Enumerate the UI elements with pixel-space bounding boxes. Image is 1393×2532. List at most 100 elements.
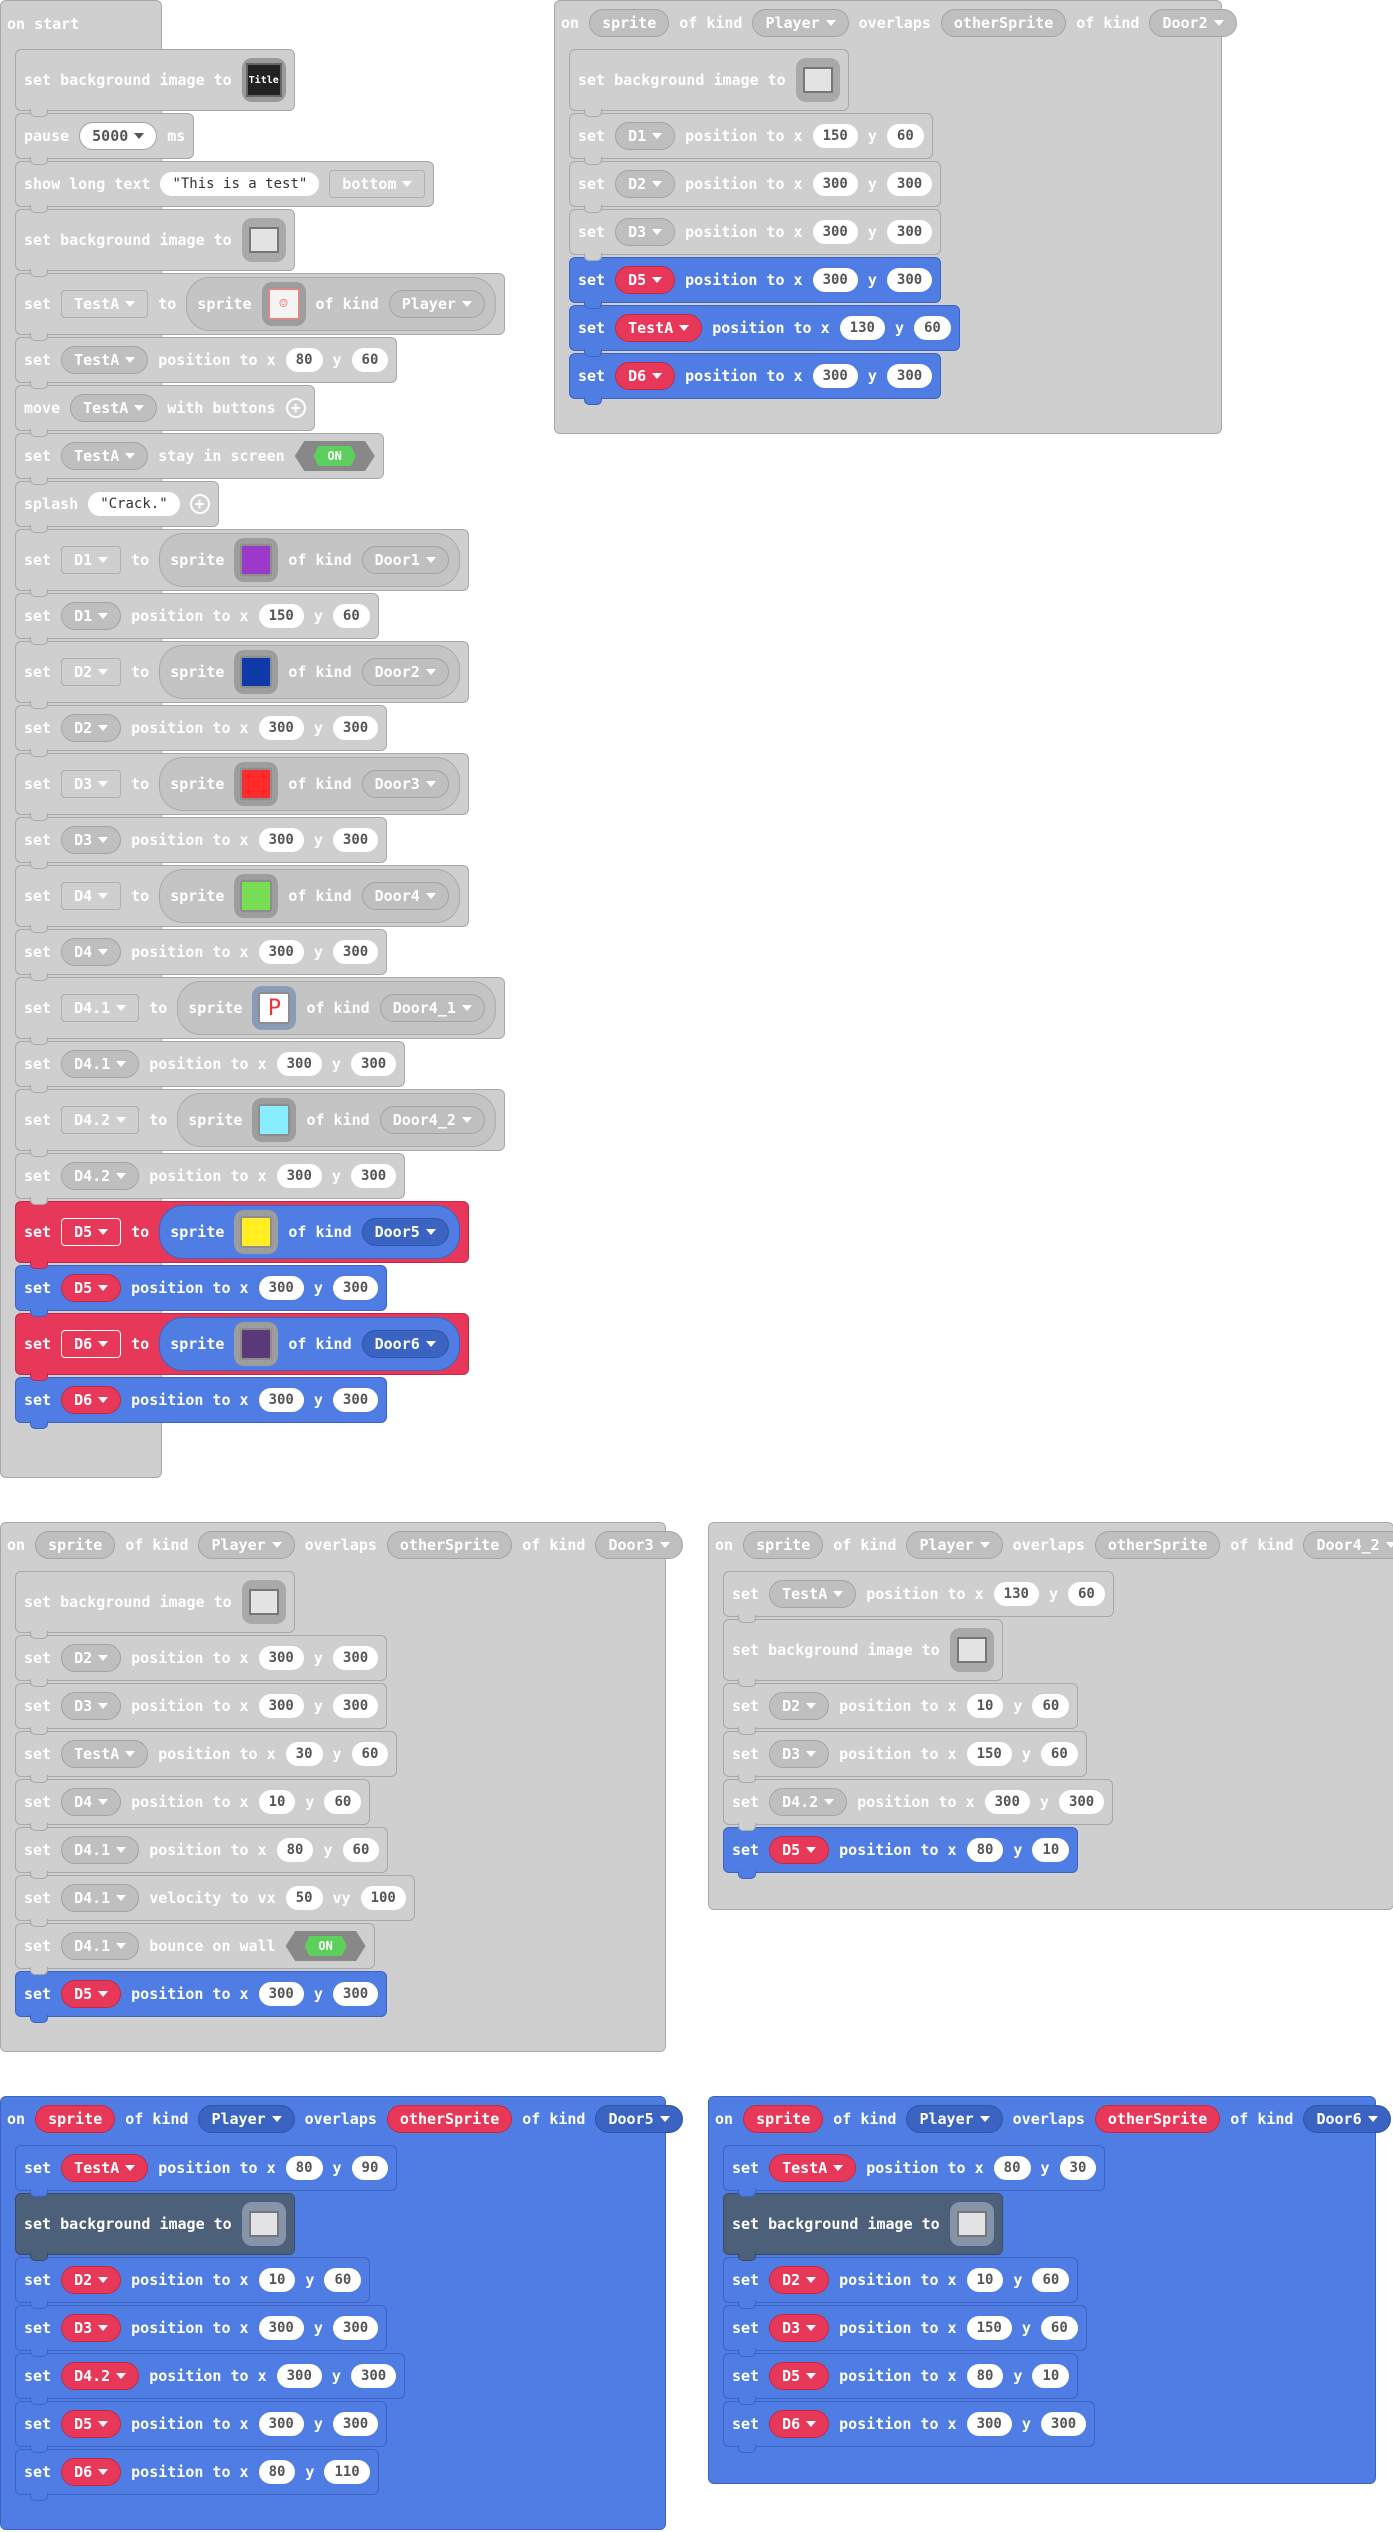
set-position-block[interactable]: set D2 position to x 10 y 60 — [723, 2257, 1079, 2309]
set-position-block[interactable]: set D4.1 position to x 80 y 60 — [15, 1827, 389, 1879]
y-input[interactable]: 60 — [1032, 2268, 1070, 2292]
sprite-var-dropdown[interactable]: D2 — [769, 2266, 830, 2294]
sprite-var-dropdown[interactable]: D3 — [615, 218, 676, 246]
set-position-block[interactable]: set D4 position to x 300 y 300 — [15, 929, 388, 981]
sprite-var-dropdown[interactable]: D1 — [61, 546, 122, 574]
sprite-var-dropdown[interactable]: D4.1 — [61, 1884, 140, 1912]
y-input[interactable]: 300 — [332, 1388, 379, 1412]
sprite-var-dropdown[interactable]: D6 — [61, 2458, 122, 2486]
kind-dropdown[interactable]: Door4 — [361, 882, 449, 910]
x-input[interactable]: 300 — [258, 716, 304, 740]
background-image-thumbnail[interactable]: Title — [241, 58, 286, 102]
create-sprite-block[interactable]: set D5 to sprite of kind Door5 — [15, 1201, 469, 1269]
x-input[interactable]: 300 — [258, 1388, 304, 1412]
y-input[interactable]: 60 — [332, 604, 370, 628]
sprite-var-dropdown[interactable]: D4.1 — [61, 1932, 140, 1960]
x-input[interactable]: 300 — [258, 1694, 304, 1718]
kind-dropdown[interactable]: Door5 — [595, 2105, 683, 2133]
y-input[interactable]: 60 — [342, 1838, 380, 1862]
overlap-event-door4-2[interactable]: on sprite of kind Player overlaps otherSprite… — [708, 1522, 1393, 1910]
sprite-var-dropdown[interactable]: D3 — [61, 826, 122, 854]
y-input[interactable]: 300 — [1058, 1790, 1105, 1814]
set-velocity-block[interactable]: set D4.1 velocity to vx 50 vy 100 — [15, 1875, 415, 1927]
y-input[interactable]: 300 — [886, 268, 933, 292]
sprite-var-dropdown[interactable]: D3 — [769, 2314, 830, 2342]
kind-dropdown[interactable]: Door6 — [1303, 2105, 1391, 2133]
kind-dropdown[interactable]: Door3 — [595, 1531, 683, 1559]
y-input[interactable]: 300 — [332, 2412, 379, 2436]
on-off-toggle[interactable]: ON — [294, 441, 375, 471]
sprite-var-dropdown[interactable]: D2 — [615, 170, 676, 198]
create-sprite-block[interactable]: set D6 to sprite of kind Door6 — [15, 1313, 469, 1381]
sprite-param[interactable]: sprite — [35, 2105, 116, 2133]
sprite-var-dropdown[interactable]: D3 — [61, 2314, 122, 2342]
sprite-var-dropdown[interactable]: TestA — [61, 290, 149, 318]
x-input[interactable]: 300 — [258, 1276, 304, 1300]
set-position-block[interactable]: set D3 position to x 150 y 60 — [723, 1731, 1087, 1783]
background-image-thumbnail[interactable] — [949, 2202, 994, 2246]
sprite-var-dropdown[interactable]: TestA — [615, 314, 703, 342]
kind-dropdown[interactable]: Player — [906, 1531, 1003, 1559]
sprite-var-dropdown[interactable]: D2 — [61, 1644, 122, 1672]
y-input[interactable]: 300 — [332, 828, 379, 852]
add-plus-icon[interactable]: + — [189, 494, 210, 514]
y-input[interactable]: 90 — [351, 2156, 389, 2180]
sprite-var-dropdown[interactable]: TestA — [61, 1740, 149, 1768]
sprite-var-dropdown[interactable]: D3 — [61, 1692, 122, 1720]
x-input[interactable]: 130 — [993, 1582, 1039, 1606]
x-input[interactable]: 300 — [812, 364, 858, 388]
kind-dropdown[interactable]: Player — [388, 290, 485, 318]
sprite-image-thumbnail[interactable]: ☺ — [261, 282, 306, 326]
y-input[interactable]: 30 — [1059, 2156, 1097, 2180]
sprite-var-dropdown[interactable]: D4.1 — [61, 1050, 140, 1078]
other-sprite-param[interactable]: otherSprite — [386, 2105, 513, 2133]
background-image-thumbnail[interactable] — [241, 2202, 286, 2246]
set-position-block[interactable]: set TestA position to x 30 y 60 — [15, 1731, 398, 1783]
y-input[interactable]: 60 — [351, 348, 389, 372]
kind-dropdown[interactable]: Player — [752, 9, 849, 37]
overlap-event-door5[interactable]: on sprite of kind Player overlaps otherSprite… — [0, 2096, 683, 2530]
x-input[interactable]: 10 — [258, 2268, 296, 2292]
sprite-var-dropdown[interactable]: D2 — [61, 2266, 122, 2294]
set-position-block[interactable]: set TestA position to x 80 y 30 — [723, 2145, 1106, 2197]
set-position-block[interactable]: set D2 position to x 10 y 60 — [723, 1683, 1079, 1735]
set-position-block[interactable]: set D3 position to x 300 y 300 — [15, 1683, 388, 1735]
y-input[interactable]: 60 — [324, 2268, 362, 2292]
sprite-create-reporter[interactable]: sprite of kind Door5 — [159, 1205, 460, 1259]
set-position-block[interactable]: set D5 position to x 80 y 10 — [723, 1827, 1079, 1879]
sprite-create-reporter[interactable]: sprite of kind Door3 — [159, 757, 460, 811]
background-image-thumbnail[interactable] — [241, 218, 286, 262]
x-input[interactable]: 300 — [276, 1052, 322, 1076]
set-position-block[interactable]: set D1 position to x 150 y 60 — [15, 593, 379, 645]
set-position-block[interactable]: set D6 position to x 300 y 300 — [569, 353, 942, 405]
sprite-var-dropdown[interactable]: TestA — [61, 442, 149, 470]
x-input[interactable]: 10 — [258, 1790, 296, 1814]
set-position-block[interactable]: set TestA position to x 130 y 60 — [569, 305, 960, 357]
y-input[interactable]: 60 — [1040, 1742, 1078, 1766]
y-input[interactable]: 10 — [1032, 2364, 1070, 2388]
sprite-create-reporter[interactable]: sprite Pof kind Door4_1 — [177, 981, 496, 1035]
kind-dropdown[interactable]: Door3 — [361, 770, 449, 798]
set-background-block[interactable]: set background image to — [723, 1619, 1003, 1687]
pause-duration-dropdown[interactable]: 5000 — [79, 122, 158, 150]
sprite-var-dropdown[interactable]: TestA — [61, 2154, 149, 2182]
set-position-block[interactable]: set D4.2 position to x 300 y 300 — [15, 1153, 406, 1205]
show-long-text-block[interactable]: show long text "This is a test" bottom — [15, 161, 435, 213]
sprite-var-dropdown[interactable]: D4 — [61, 938, 122, 966]
overlap-event-door2[interactable]: on sprite of kind Player overlaps otherSprite… — [554, 0, 1237, 434]
y-input[interactable]: 300 — [332, 1646, 379, 1670]
sprite-var-dropdown[interactable]: D6 — [61, 1386, 122, 1414]
kind-dropdown[interactable]: Door4_2 — [379, 1106, 485, 1134]
y-input[interactable]: 300 — [886, 220, 933, 244]
background-image-thumbnail[interactable] — [949, 1628, 994, 1672]
background-image-thumbnail[interactable] — [795, 58, 840, 102]
set-position-block[interactable]: set D5 position to x 300 y 300 — [15, 2401, 388, 2453]
sprite-var-dropdown[interactable]: D4.2 — [61, 1162, 140, 1190]
x-input[interactable]: 300 — [812, 172, 858, 196]
x-input[interactable]: 10 — [966, 2268, 1004, 2292]
sprite-var-dropdown[interactable]: D5 — [61, 2410, 122, 2438]
kind-dropdown[interactable]: Door2 — [1149, 9, 1237, 37]
y-input[interactable]: 60 — [1040, 2316, 1078, 2340]
x-input[interactable]: 80 — [285, 2156, 323, 2180]
set-position-block[interactable]: set D2 position to x 300 y 300 — [569, 161, 942, 213]
